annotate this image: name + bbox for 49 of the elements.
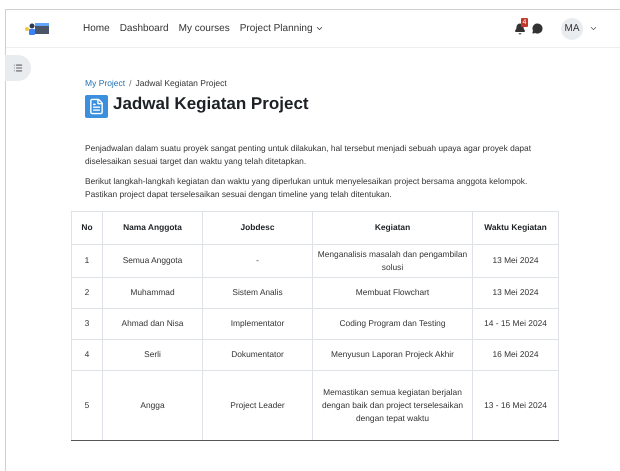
chevron-down-icon <box>314 24 324 33</box>
table-cell: Menyusun Laporan Projeck Akhir <box>312 339 472 370</box>
nav-link[interactable]: Dashboard <box>120 21 169 36</box>
column-header: No <box>72 211 102 244</box>
table-cell: 3 <box>72 308 102 340</box>
chevron-down-icon[interactable] <box>589 24 598 33</box>
table-cell: 13 Mei 2024 <box>472 244 558 278</box>
breadcrumb-link[interactable]: My Project <box>85 77 126 90</box>
table-cell: Coding Program dan Testing <box>312 308 472 340</box>
table-cell: Serli <box>102 339 202 370</box>
table-cell: 4 <box>72 339 102 370</box>
table-cell: - <box>202 244 312 278</box>
breadcrumb-current: Jadwal Kegiatan Project <box>136 77 227 90</box>
table-cell: Memastikan semua kegiatan berjalan dengan baik dan project terselesaikan dengan tepat waktu <box>312 370 472 440</box>
document-icon <box>85 94 108 118</box>
table-cell: 5 <box>72 370 102 440</box>
column-header: Kegiatan <box>312 211 472 244</box>
user-avatar[interactable]: MA <box>561 18 583 40</box>
table-cell: 2 <box>72 277 102 308</box>
table-cell: 1 <box>72 244 102 278</box>
table-cell: 13 - 16 Mei 2024 <box>472 370 558 440</box>
table-cell: Dokumentator <box>202 339 312 370</box>
column-header: Waktu Kegiatan <box>472 211 558 244</box>
table-cell: 14 - 15 Mei 2024 <box>472 308 558 340</box>
nav-link[interactable]: Home <box>83 21 110 36</box>
table-cell: Menganalisis masalah dan pengambilan solusi <box>312 244 472 278</box>
nav-link[interactable]: Project Planning <box>240 21 324 36</box>
menu-icon <box>13 63 23 73</box>
description-paragraph: Penjadwalan dalam suatu proyek sangat penting untuk dilakukan, hal tersebut menjadi sebuah upaya agar proyek dapat diselesaikan sesuai target dan waktu yang telah ditetapkan. <box>85 142 532 168</box>
breadcrumb-separator: / <box>129 77 132 90</box>
table-cell: Ahmad dan Nisa <box>102 308 202 340</box>
table-cell: Implementator <box>202 308 312 340</box>
notification-bell-icon[interactable] <box>514 22 526 34</box>
description-paragraph: Berikut langkah-langkah kegiatan dan waktu yang diperlukan untuk menyelesaikan project bersama anggota kelompok. Pastikan project dapat terselesaikan sesuai dengan timeline yang telah ditentukan. <box>85 174 528 201</box>
table-cell: 16 Mei 2024 <box>472 339 558 370</box>
logo-icon[interactable] <box>24 20 50 36</box>
table-cell: Project Leader <box>202 370 312 440</box>
chat-bubble-icon[interactable] <box>532 23 543 34</box>
table-cell: Muhammad <box>102 277 202 308</box>
column-header: Jobdesc <box>202 211 312 244</box>
nav-link[interactable]: My courses <box>178 21 230 36</box>
page-title: Jadwal Kegiatan Project <box>113 92 309 115</box>
sidebar-toggle-button[interactable] <box>5 55 31 81</box>
table-cell: Membuat Flowchart <box>312 277 472 308</box>
table-cell: Angga <box>102 370 202 440</box>
table-cell: 13 Mei 2024 <box>472 277 558 308</box>
column-header: Nama Anggota <box>102 211 202 244</box>
table-cell: Semua Anggota <box>102 244 202 278</box>
table-cell: Sistem Analis <box>202 277 312 308</box>
